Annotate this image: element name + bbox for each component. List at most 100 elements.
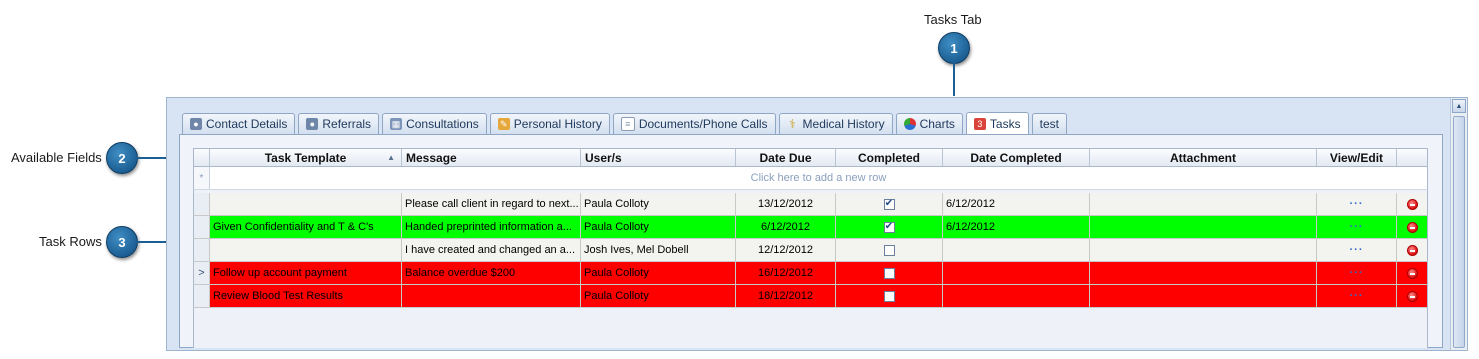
- cell-completed: ✔: [836, 216, 943, 238]
- tasks-badge-icon: 3: [973, 118, 986, 130]
- table-row[interactable]: Given Confidentiality and T & C's Handed …: [193, 216, 1428, 239]
- cell-users[interactable]: Paula Colloty: [581, 262, 736, 284]
- view-edit-ellipsis-button[interactable]: ···: [1350, 198, 1364, 210]
- delete-row-icon[interactable]: [1406, 198, 1418, 210]
- cell-attachment[interactable]: [1090, 239, 1317, 261]
- column-header-attachment[interactable]: Attachment: [1090, 149, 1317, 166]
- cell-attachment[interactable]: [1090, 262, 1317, 284]
- tab-charts[interactable]: Charts: [895, 113, 963, 134]
- cell-completed: [836, 285, 943, 307]
- caduceus-icon: ⚕: [789, 117, 796, 131]
- cell-message[interactable]: I have created and changed an a...: [402, 239, 581, 261]
- cell-date-due[interactable]: 18/12/2012: [736, 285, 836, 307]
- cell-delete: [1397, 239, 1427, 261]
- completed-checkbox[interactable]: [883, 244, 895, 256]
- tab-test[interactable]: test: [1031, 113, 1067, 134]
- column-header-users[interactable]: User/s: [581, 149, 736, 166]
- scroll-up-arrow-icon[interactable]: ▲: [1452, 99, 1466, 113]
- tab-label: Consultations: [406, 117, 479, 131]
- view-edit-ellipsis-button[interactable]: ···: [1350, 244, 1364, 256]
- cell-task-template[interactable]: Review Blood Test Results: [210, 285, 402, 307]
- cell-delete: [1397, 193, 1427, 215]
- delete-row-icon[interactable]: [1406, 221, 1418, 233]
- cell-date-completed[interactable]: [943, 285, 1090, 307]
- column-header-completed[interactable]: Completed: [836, 149, 943, 166]
- delete-row-icon[interactable]: [1406, 290, 1418, 302]
- table-row[interactable]: Please call client in regard to next... P…: [193, 193, 1428, 216]
- cell-completed: [836, 239, 943, 261]
- column-header-view-edit[interactable]: View/Edit: [1317, 149, 1397, 166]
- row-indicator[interactable]: [194, 239, 210, 261]
- tab-label: Documents/Phone Calls: [638, 117, 768, 131]
- cell-attachment[interactable]: [1090, 216, 1317, 238]
- row-indicator[interactable]: [194, 193, 210, 215]
- cell-users[interactable]: Josh Ives, Mel Dobell: [581, 239, 736, 261]
- tab-contact-details[interactable]: ● Contact Details: [182, 113, 296, 134]
- completed-checkbox[interactable]: ✔: [883, 198, 895, 210]
- cell-date-due[interactable]: 13/12/2012: [736, 193, 836, 215]
- cell-completed: [836, 262, 943, 284]
- tasks-grid: Task Template ▲ Message User/s Date Due …: [193, 148, 1428, 348]
- column-header-date-completed[interactable]: Date Completed: [943, 149, 1090, 166]
- add-new-row[interactable]: * Click here to add a new row: [193, 167, 1428, 190]
- tab-label: Tasks: [989, 117, 1021, 131]
- delete-row-icon[interactable]: [1406, 244, 1418, 256]
- tab-personal-history[interactable]: ✎ Personal History: [489, 113, 610, 134]
- cell-users[interactable]: Paula Colloty: [581, 193, 736, 215]
- cell-date-due[interactable]: 6/12/2012: [736, 216, 836, 238]
- table-row[interactable]: Review Blood Test Results Paula Colloty 18…: [193, 285, 1428, 308]
- cell-task-template[interactable]: Follow up account payment: [210, 262, 402, 284]
- table-row[interactable]: > Follow up account payment Balance overdu…: [193, 262, 1428, 285]
- cell-task-template[interactable]: [210, 239, 402, 261]
- column-header-task-template[interactable]: Task Template ▲: [210, 149, 402, 166]
- tab-medical-history[interactable]: ⚕ Medical History: [778, 113, 893, 134]
- delete-row-icon[interactable]: [1406, 267, 1418, 279]
- cell-message[interactable]: Balance overdue $200: [402, 262, 581, 284]
- view-edit-ellipsis-button[interactable]: ···: [1350, 221, 1364, 233]
- cell-date-completed[interactable]: 6/12/2012: [943, 216, 1090, 238]
- cell-date-due[interactable]: 16/12/2012: [736, 262, 836, 284]
- column-header-date-due[interactable]: Date Due: [736, 149, 836, 166]
- tab-label: Medical History: [802, 117, 885, 131]
- cell-date-completed[interactable]: [943, 262, 1090, 284]
- completed-checkbox[interactable]: [883, 290, 895, 302]
- cell-delete: [1397, 285, 1427, 307]
- row-indicator[interactable]: [194, 216, 210, 238]
- row-indicator[interactable]: [194, 285, 210, 307]
- column-header-delete: [1397, 149, 1427, 166]
- cell-message[interactable]: Handed preprinted information a...: [402, 216, 581, 238]
- tasks-tab-callout-label: Tasks Tab: [924, 12, 982, 27]
- table-row[interactable]: I have created and changed an a... Josh I…: [193, 239, 1428, 262]
- current-row-indicator-icon[interactable]: >: [194, 262, 210, 284]
- cell-task-template[interactable]: Given Confidentiality and T & C's: [210, 216, 402, 238]
- cell-attachment[interactable]: [1090, 285, 1317, 307]
- cell-date-completed[interactable]: [943, 239, 1090, 261]
- cell-view-edit: ···: [1317, 285, 1397, 307]
- cell-date-due[interactable]: 12/12/2012: [736, 239, 836, 261]
- cell-message[interactable]: [402, 285, 581, 307]
- completed-checkbox[interactable]: ✔: [883, 221, 895, 233]
- tab-label: Charts: [919, 117, 955, 131]
- cell-message[interactable]: Please call client in regard to next...: [402, 193, 581, 215]
- cell-attachment[interactable]: [1090, 193, 1317, 215]
- cell-users[interactable]: Paula Colloty: [581, 216, 736, 238]
- tab-tasks[interactable]: 3 Tasks: [965, 112, 1029, 135]
- tab-label: Referrals: [322, 117, 372, 131]
- tab-referrals[interactable]: ● Referrals: [298, 113, 380, 134]
- cell-date-completed[interactable]: 6/12/2012: [943, 193, 1090, 215]
- tab-label: Contact Details: [206, 117, 288, 131]
- view-edit-ellipsis-button[interactable]: ···: [1350, 267, 1364, 279]
- scroll-thumb[interactable]: [1453, 116, 1465, 348]
- tab-documents-phone-calls[interactable]: ≡ Documents/Phone Calls: [612, 113, 776, 134]
- tasks-panel: Task Template ▲ Message User/s Date Due …: [179, 134, 1443, 348]
- tab-consultations[interactable]: ▦ Consultations: [382, 113, 487, 134]
- vertical-scrollbar[interactable]: ▲: [1450, 98, 1467, 350]
- cell-task-template[interactable]: [210, 193, 402, 215]
- tab-label: test: [1039, 117, 1059, 131]
- completed-checkbox[interactable]: [883, 267, 895, 279]
- column-header-message[interactable]: Message: [402, 149, 581, 166]
- person-icon: ●: [306, 118, 319, 130]
- view-edit-ellipsis-button[interactable]: ···: [1350, 290, 1364, 302]
- cell-users[interactable]: Paula Colloty: [581, 285, 736, 307]
- pencil-icon: ✎: [497, 118, 510, 130]
